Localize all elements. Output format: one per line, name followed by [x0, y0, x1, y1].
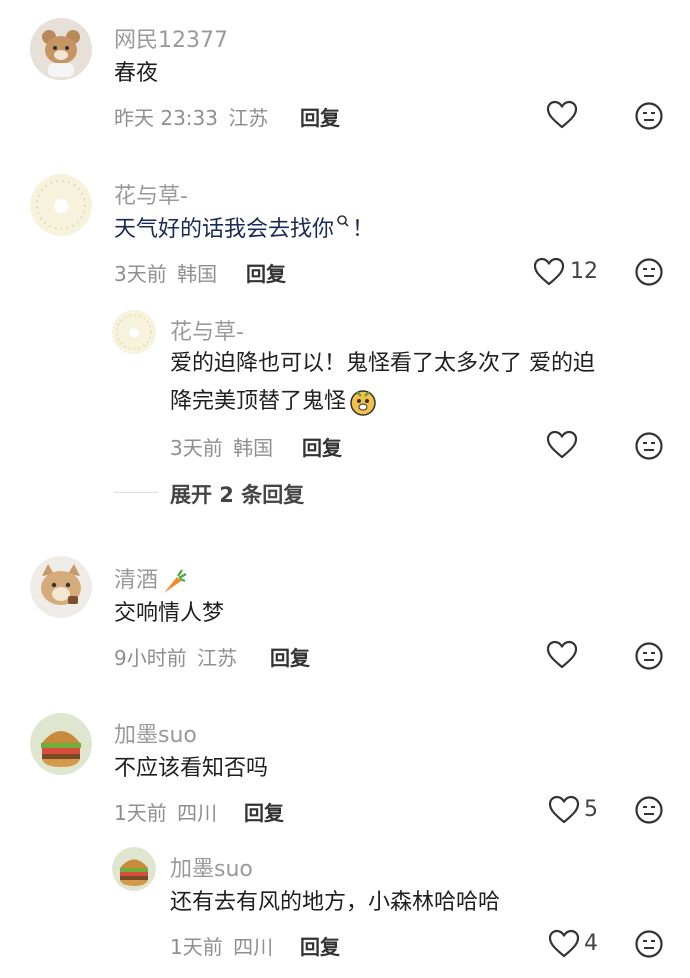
like-count: 5	[584, 797, 598, 822]
bear-avatar-icon	[30, 18, 92, 80]
reply-text-line-2: 降完美顶替了鬼怪	[170, 384, 378, 420]
timestamp: 3天前	[114, 262, 167, 286]
dislike-face-icon[interactable]	[634, 795, 664, 825]
reply-text-line-1: 爱的迫降也可以！鬼怪看了太多次了 爱的迫	[170, 351, 595, 376]
avatar[interactable]	[30, 713, 92, 775]
avatar[interactable]	[30, 556, 92, 618]
dislike-face-icon[interactable]	[634, 641, 664, 671]
flower-avatar-icon	[112, 310, 156, 354]
reply-button[interactable]: 回复	[300, 102, 340, 131]
comment-text: 天气好的话我会去找你！	[114, 212, 374, 248]
comment-text: 交响情人梦	[114, 601, 225, 626]
carrot-icon	[164, 569, 187, 593]
comment-4: 加墨suo 不应该看知否吗 1天前 四川 回复 5 加墨suo 还有去有风的地方…	[0, 695, 690, 978]
location: 江苏	[228, 106, 269, 130]
reply-button[interactable]: 回复	[244, 797, 284, 826]
location: 韩国	[177, 262, 218, 286]
dislike-face-icon[interactable]	[634, 101, 664, 131]
comment-1: 网民12377 春夜 昨天 23:33 江苏 回复	[0, 0, 690, 160]
burger-avatar-icon	[30, 713, 92, 775]
heart-icon[interactable]	[546, 640, 578, 670]
comment-meta: 1天前 四川	[170, 931, 273, 960]
burger-avatar-icon	[112, 847, 156, 891]
heart-icon[interactable]	[548, 795, 580, 825]
reply-button[interactable]: 回复	[270, 642, 310, 671]
timestamp: 1天前	[114, 801, 167, 825]
comment-2: 花与草- 天气好的话我会去找你！ 3天前 韩国 回复 12 花与草- 爱的迫降也…	[0, 160, 690, 540]
location: 江苏	[197, 646, 238, 670]
username[interactable]: 网民12377	[114, 22, 228, 54]
flower-avatar-icon	[30, 174, 92, 236]
expand-replies-button[interactable]: 展开 2 条回复	[170, 479, 304, 509]
dislike-face-icon[interactable]	[634, 257, 664, 287]
timestamp: 9小时前	[114, 646, 187, 670]
username[interactable]: 加墨suo	[114, 717, 197, 749]
heart-icon[interactable]	[546, 100, 578, 130]
comment-3: 清酒 交响情人梦 9小时前 江苏 回复	[0, 540, 690, 695]
heart-icon[interactable]	[533, 257, 565, 287]
comment-meta: 昨天 23:33 江苏	[114, 102, 268, 131]
heart-icon[interactable]	[546, 430, 578, 460]
like-count: 12	[570, 259, 598, 284]
comment-meta: 3天前 韩国	[114, 258, 217, 287]
comment-text: 不应该看知否吗	[114, 756, 269, 781]
heart-icon[interactable]	[548, 929, 580, 959]
reply-button[interactable]: 回复	[302, 432, 342, 461]
avatar[interactable]	[112, 847, 156, 891]
like-count: 4	[584, 931, 598, 956]
search-icon	[337, 215, 349, 227]
comment-meta: 3天前 韩国	[170, 432, 273, 461]
username[interactable]: 清酒	[114, 562, 188, 595]
cat-avatar-icon	[30, 556, 92, 618]
dog-emoji-icon	[350, 390, 376, 416]
reply-text: 还有去有风的地方，小森林哈哈哈	[170, 890, 501, 915]
location: 四川	[177, 801, 218, 825]
expand-divider	[114, 492, 158, 493]
avatar[interactable]	[30, 18, 92, 80]
avatar[interactable]	[112, 310, 156, 354]
timestamp: 3天前	[170, 436, 223, 460]
reply-button[interactable]: 回复	[300, 931, 340, 960]
comment-text: 春夜	[114, 61, 159, 86]
location: 四川	[233, 935, 274, 959]
dislike-face-icon[interactable]	[634, 929, 664, 959]
exclamation: ！	[352, 217, 375, 242]
username[interactable]: 花与草-	[170, 314, 244, 346]
location: 韩国	[233, 436, 274, 460]
reply-button[interactable]: 回复	[246, 258, 286, 287]
timestamp: 1天前	[170, 935, 223, 959]
avatar[interactable]	[30, 174, 92, 236]
username[interactable]: 花与草-	[114, 178, 188, 210]
dislike-face-icon[interactable]	[634, 431, 664, 461]
comment-meta: 1天前 四川	[114, 797, 217, 826]
username[interactable]: 加墨suo	[170, 851, 253, 883]
timestamp: 昨天 23:33	[114, 106, 218, 130]
comment-meta: 9小时前 江苏	[114, 642, 237, 671]
